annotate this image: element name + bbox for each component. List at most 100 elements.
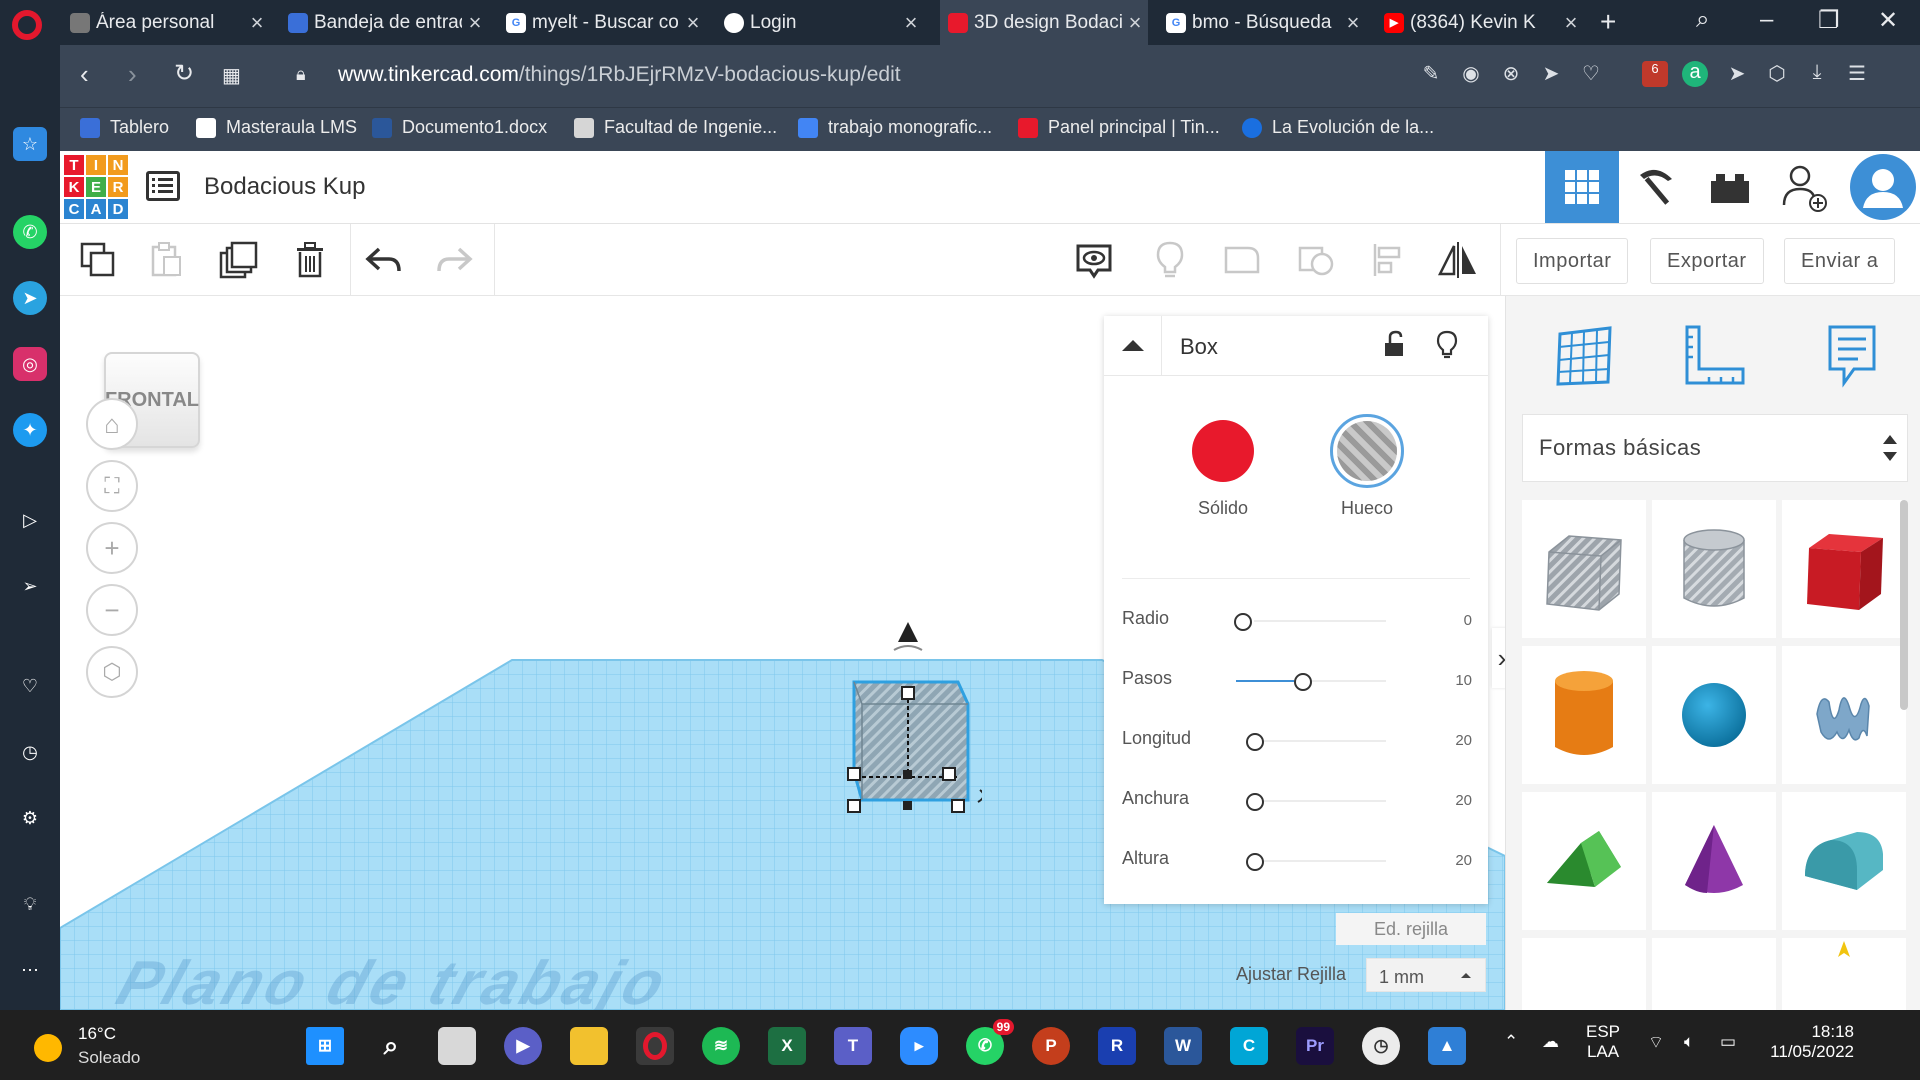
onedrive-cloud-icon[interactable]: ☁ [1542, 1032, 1559, 1052]
tab-close-icon[interactable]: × [462, 10, 488, 36]
shape-round-roof[interactable] [1782, 792, 1906, 930]
bookmark-facultad[interactable]: Facultad de Ingenie... [574, 117, 777, 138]
file-explorer-icon[interactable] [570, 1027, 608, 1065]
length-value[interactable]: 20 [1455, 732, 1472, 749]
battery-icon[interactable]: ▭ [1720, 1032, 1736, 1052]
sun-icon[interactable] [34, 1034, 62, 1062]
steps-slider-knob[interactable] [1294, 673, 1312, 691]
tray-chevron-icon[interactable]: ⌃ [1504, 1032, 1518, 1052]
player-icon[interactable]: ▷ [13, 503, 47, 537]
new-tab-button[interactable]: + [1600, 6, 1616, 38]
bookmark-tablero[interactable]: Tablero [80, 117, 169, 138]
spotify-icon[interactable]: ≋ [702, 1027, 740, 1065]
cube-extension-icon[interactable]: ⬡ [1764, 61, 1790, 87]
easy-setup-icon[interactable]: ☰ [1844, 61, 1870, 87]
excel-icon[interactable]: X [768, 1027, 806, 1065]
restore-button[interactable]: ❐ [1818, 6, 1840, 35]
speed-dial-star-icon[interactable]: ☆ [13, 127, 47, 161]
opera-logo-icon[interactable] [12, 10, 42, 40]
tab-bmo[interactable]: G bmo - Búsqueda × [1158, 0, 1366, 45]
bookmark-documento1[interactable]: Documento1.docx [372, 117, 547, 138]
shape-roof[interactable] [1522, 792, 1646, 930]
steps-value[interactable]: 10 [1455, 672, 1472, 689]
tab-close-icon[interactable]: × [1340, 10, 1366, 36]
zoom-in-button[interactable]: + [86, 522, 138, 574]
ungroup-button[interactable] [1294, 238, 1338, 282]
delete-button[interactable] [288, 238, 332, 282]
shape-sphere[interactable] [1652, 646, 1776, 784]
show-all-button[interactable] [1072, 238, 1116, 282]
back-button[interactable]: ‹ [80, 59, 89, 90]
shape-cone[interactable] [1652, 792, 1776, 930]
notes-tool-button[interactable] [1812, 316, 1892, 396]
close-window-button[interactable]: ✕ [1878, 6, 1898, 35]
lightbulb-icon[interactable] [1436, 330, 1458, 360]
tab-close-icon[interactable]: × [244, 10, 270, 36]
export-button[interactable]: Exportar [1650, 238, 1764, 284]
fit-view-button[interactable]: ⛶ [86, 460, 138, 512]
design-list-icon[interactable] [146, 171, 180, 201]
shape-scribble[interactable] [1782, 646, 1906, 784]
opera-taskbar-icon[interactable] [636, 1027, 674, 1065]
collapse-inspector-button[interactable] [1104, 316, 1162, 376]
snap-grid-select[interactable]: 1 mm [1366, 958, 1486, 992]
redo-button[interactable] [432, 238, 476, 282]
shape-star[interactable] [1782, 938, 1906, 1010]
shape-box[interactable] [1782, 500, 1906, 638]
copy-button[interactable] [76, 238, 120, 282]
home-view-button[interactable]: ⌂ [86, 398, 138, 450]
weather-temperature[interactable]: 16°C [78, 1024, 116, 1044]
bookmark-masteraula[interactable]: Masteraula LMS [196, 117, 357, 138]
premiere-icon[interactable]: Pr [1296, 1027, 1334, 1065]
shape-text[interactable] [1522, 938, 1646, 1010]
minimize-button[interactable]: – [1760, 6, 1773, 34]
twitter-icon[interactable]: ✦ [13, 413, 47, 447]
selected-box-shape[interactable] [782, 612, 982, 832]
length-slider-knob[interactable] [1246, 733, 1264, 751]
height-value[interactable]: 20 [1455, 852, 1472, 869]
download-icon[interactable]: ⤓ [1804, 61, 1830, 87]
radius-value[interactable]: 0 [1464, 612, 1472, 629]
library-scrollbar[interactable] [1900, 500, 1908, 710]
width-value[interactable]: 20 [1455, 792, 1472, 809]
workplane-tool-button[interactable] [1544, 316, 1624, 396]
teams-icon[interactable]: T [834, 1027, 872, 1065]
user-avatar[interactable] [1848, 151, 1918, 223]
3d-view-grid-button[interactable] [1545, 151, 1619, 223]
height-slider-knob[interactable] [1246, 853, 1264, 871]
wifi-icon[interactable]: ⌔ [1648, 1032, 1664, 1053]
send-icon[interactable]: ➤ [1538, 61, 1564, 87]
cursor-extension-icon[interactable]: ➤ [1724, 61, 1750, 87]
edit-grid-button[interactable]: Ed. rejilla [1336, 913, 1486, 945]
telegram-icon[interactable]: ➤ [13, 281, 47, 315]
search-tabs-icon[interactable]: ⌕ [1696, 6, 1709, 34]
tab-area-personal[interactable]: Área personal × [62, 0, 270, 45]
lightbulb-icon[interactable]: 💡︎ [13, 887, 47, 921]
tab-close-icon[interactable]: × [1558, 10, 1584, 36]
ortho-view-button[interactable]: ⬡ [86, 646, 138, 698]
hole-option[interactable] [1330, 414, 1404, 488]
shape-box-hole[interactable] [1522, 500, 1646, 638]
tab-close-icon[interactable]: × [1122, 10, 1148, 36]
blocks-pickaxe-button[interactable] [1619, 151, 1693, 223]
shape-cylinder[interactable] [1522, 646, 1646, 784]
invite-user-button[interactable] [1767, 151, 1841, 223]
revit-icon[interactable]: R [1098, 1027, 1136, 1065]
length-slider-track[interactable] [1254, 740, 1386, 742]
bricks-button[interactable] [1693, 151, 1767, 223]
align-button[interactable] [1366, 238, 1410, 282]
bookmark-panel-principal[interactable]: Panel principal | Tin... [1018, 117, 1220, 138]
weather-description[interactable]: Soleado [78, 1048, 140, 1068]
bookmark-evolucion[interactable]: La Evolución de la... [1242, 117, 1434, 138]
tab-close-icon[interactable]: × [898, 10, 924, 36]
ruler-tool-button[interactable] [1674, 316, 1754, 396]
shape-cylinder-hole[interactable] [1652, 500, 1776, 638]
width-slider-track[interactable] [1254, 800, 1386, 802]
zoom-icon[interactable]: ▸ [900, 1027, 938, 1065]
width-slider-knob[interactable] [1246, 793, 1264, 811]
volume-icon[interactable]: 🔈︎ [1684, 1032, 1694, 1052]
hide-button[interactable] [1148, 238, 1192, 282]
send-to-button[interactable]: Enviar a [1784, 238, 1896, 284]
heart-icon[interactable]: ♡ [1578, 61, 1604, 87]
flow-icon[interactable]: ➢ [13, 569, 47, 603]
